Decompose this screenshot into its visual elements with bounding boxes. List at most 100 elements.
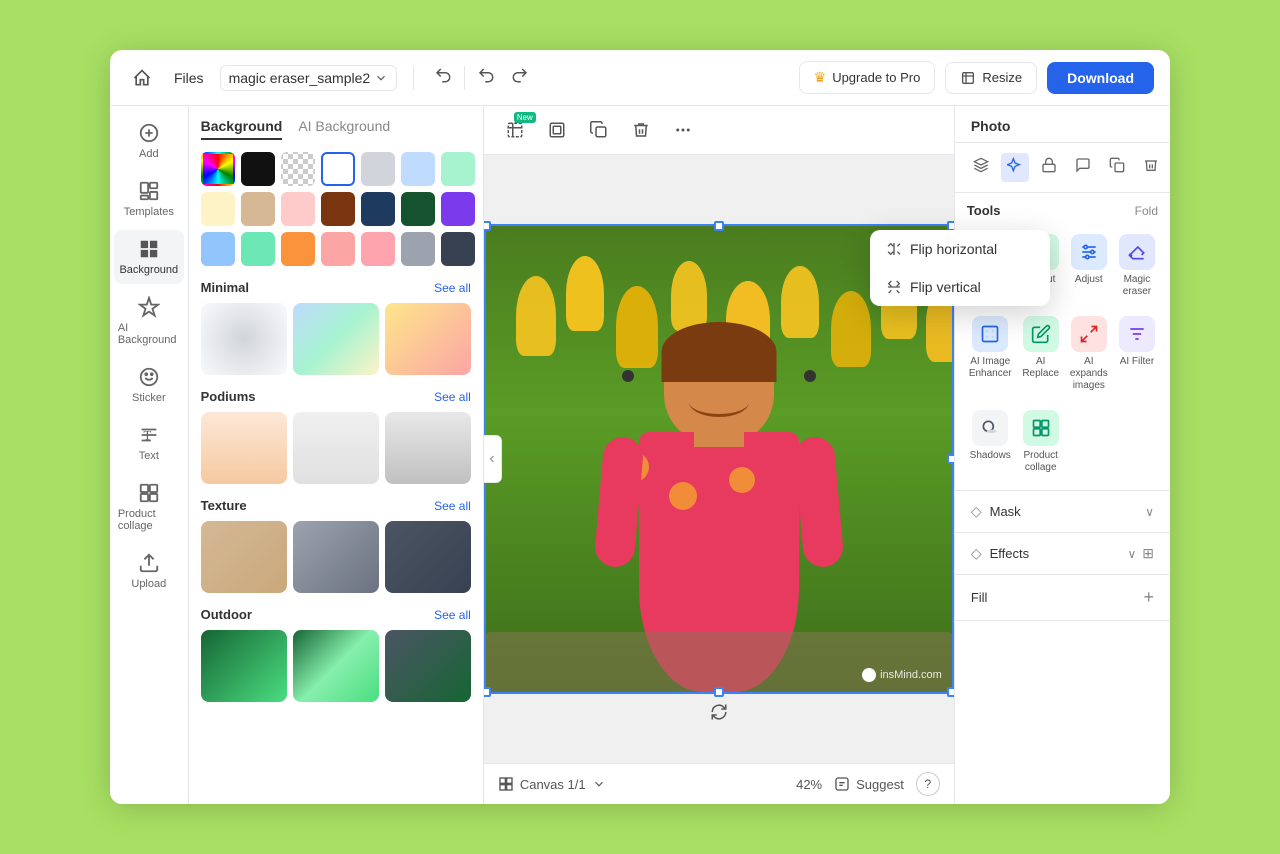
suggest-button[interactable]: Suggest: [834, 776, 904, 792]
color-swatch-slategray[interactable]: [401, 232, 435, 266]
undo-btn2[interactable]: [473, 62, 499, 93]
color-swatch-cream[interactable]: [201, 192, 235, 226]
effects-section: ◇ Effects ∨ ⊞: [955, 533, 1170, 575]
tool-ai-replace[interactable]: AI Replace: [1020, 310, 1062, 398]
minimal-see-all[interactable]: See all: [434, 281, 471, 295]
resize-handle-tl[interactable]: [484, 221, 491, 231]
color-swatch-mint[interactable]: [441, 152, 475, 186]
color-swatch-orange[interactable]: [281, 232, 315, 266]
rotate-handle[interactable]: [709, 702, 729, 722]
sidebar-item-upload[interactable]: Upload: [114, 544, 184, 598]
bg-podium-1[interactable]: [201, 412, 287, 484]
mask-accordion-header[interactable]: ◇ Mask ∨: [955, 491, 1170, 532]
color-swatch-transparent[interactable]: [281, 152, 315, 186]
help-button[interactable]: ?: [916, 772, 940, 796]
color-swatch-lightgray[interactable]: [361, 152, 395, 186]
tool-adjust-label: Adjust: [1075, 274, 1103, 286]
bg-podium-3[interactable]: [385, 412, 471, 484]
sidebar-item-sticker[interactable]: Sticker: [114, 358, 184, 412]
more-button[interactable]: [666, 116, 700, 144]
home-button[interactable]: [126, 62, 158, 94]
color-swatch-teal[interactable]: [241, 232, 275, 266]
podiums-see-all[interactable]: See all: [434, 390, 471, 404]
sidebar-item-ai-background[interactable]: AI Background: [114, 288, 184, 354]
resize-handle-mr[interactable]: [947, 454, 954, 464]
tool-product-collage[interactable]: Product collage: [1020, 404, 1062, 480]
tool-shadows[interactable]: Shadows: [967, 404, 1014, 480]
effects-accordion-header[interactable]: ◇ Effects ∨ ⊞: [955, 533, 1170, 574]
flip-horizontal-item[interactable]: Flip horizontal: [870, 230, 1050, 268]
bg-minimal-3[interactable]: [385, 303, 471, 375]
comment-button[interactable]: [1069, 153, 1097, 182]
color-swatch-softblue[interactable]: [401, 152, 435, 186]
redo-button[interactable]: [507, 62, 533, 93]
canvas-pages-label: Canvas 1/1: [520, 777, 586, 792]
outdoor-see-all[interactable]: See all: [434, 608, 471, 622]
undo-button[interactable]: [430, 62, 456, 93]
tool-adjust[interactable]: Adjust: [1068, 228, 1110, 304]
flip-vertical-item[interactable]: Flip vertical: [870, 268, 1050, 306]
sidebar-item-product-collage[interactable]: Product collage: [114, 474, 184, 540]
bg-podium-2[interactable]: [293, 412, 379, 484]
fit-button[interactable]: [540, 116, 574, 144]
filename-button[interactable]: magic eraser_sample2: [220, 65, 398, 91]
color-swatch-selected[interactable]: [321, 152, 355, 186]
bg-outdoor-3[interactable]: [385, 630, 471, 702]
lock-button[interactable]: [1035, 153, 1063, 182]
bg-outdoor-1[interactable]: [201, 630, 287, 702]
texture-see-all[interactable]: See all: [434, 499, 471, 513]
bg-tab-ai[interactable]: AI Background: [298, 118, 390, 140]
color-swatch-pink[interactable]: [321, 232, 355, 266]
smart-crop-button[interactable]: New: [498, 116, 532, 144]
color-swatch-darkgray[interactable]: [441, 232, 475, 266]
color-swatch-lightpeach[interactable]: [281, 192, 315, 226]
color-swatch-black[interactable]: [241, 152, 275, 186]
fill-add-button[interactable]: +: [1143, 587, 1154, 608]
bg-texture-1[interactable]: [201, 521, 287, 593]
sidebar-sticker-label: Sticker: [132, 392, 166, 404]
sidebar-item-add[interactable]: Add: [114, 114, 184, 168]
resize-button[interactable]: Resize: [945, 62, 1037, 94]
sidebar-item-text[interactable]: T Text: [114, 416, 184, 470]
color-swatch-purple[interactable]: [441, 192, 475, 226]
download-button[interactable]: Download: [1047, 62, 1154, 94]
upgrade-button[interactable]: ♛ Upgrade to Pro: [799, 61, 936, 94]
trash-button[interactable]: [1137, 153, 1165, 182]
tool-ai-enhancer[interactable]: AI Image Enhancer: [967, 310, 1014, 398]
podiums-section-header: Podiums See all: [201, 389, 471, 404]
color-swatch-darkgreen[interactable]: [401, 192, 435, 226]
tool-magic-eraser[interactable]: Magic eraser: [1116, 228, 1158, 304]
delete-button[interactable]: [624, 116, 658, 144]
color-swatch-navy[interactable]: [361, 192, 395, 226]
resize-handle-bc[interactable]: [714, 687, 724, 697]
resize-handle-bl[interactable]: [484, 687, 491, 697]
copy-button[interactable]: [1103, 153, 1131, 182]
collapse-panel-button[interactable]: [484, 435, 502, 483]
canvas-pages[interactable]: Canvas 1/1: [498, 776, 606, 792]
sidebar-item-background[interactable]: Background: [114, 230, 184, 284]
files-button[interactable]: Files: [170, 70, 208, 86]
color-swatch-salmon[interactable]: [361, 232, 395, 266]
bg-minimal-2[interactable]: [293, 303, 379, 375]
layers-button[interactable]: [967, 153, 995, 182]
bg-texture-3[interactable]: [385, 521, 471, 593]
effects-settings-icon[interactable]: ⊞: [1142, 545, 1154, 562]
bg-minimal-1[interactable]: [201, 303, 287, 375]
mask-section: ◇ Mask ∨: [955, 491, 1170, 533]
effects-icon: ◇: [971, 545, 982, 562]
bg-outdoor-2[interactable]: [293, 630, 379, 702]
tools-fold[interactable]: Fold: [1135, 204, 1158, 218]
duplicate-button[interactable]: [582, 116, 616, 144]
sidebar-item-templates[interactable]: Templates: [114, 172, 184, 226]
color-swatch-rainbow[interactable]: [201, 152, 235, 186]
tool-ai-filter[interactable]: AI Filter: [1116, 310, 1158, 398]
resize-handle-br[interactable]: [947, 687, 954, 697]
bg-tab-background[interactable]: Background: [201, 118, 283, 140]
magic-select-button[interactable]: [1001, 153, 1029, 182]
bg-texture-2[interactable]: [293, 521, 379, 593]
resize-handle-tc[interactable]: [714, 221, 724, 231]
color-swatch-brown[interactable]: [321, 192, 355, 226]
color-swatch-tan[interactable]: [241, 192, 275, 226]
color-swatch-steelblue[interactable]: [201, 232, 235, 266]
tool-ai-expands[interactable]: AI expands images: [1068, 310, 1110, 398]
